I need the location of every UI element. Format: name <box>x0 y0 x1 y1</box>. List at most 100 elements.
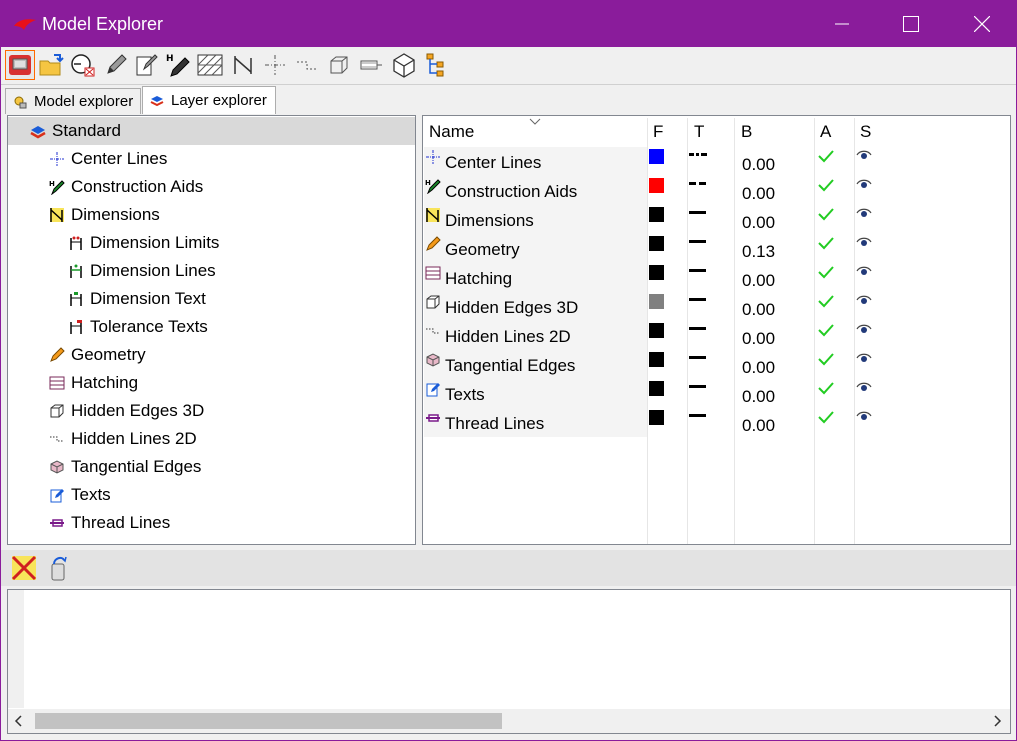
active-check-icon[interactable] <box>818 206 834 222</box>
dimension-button[interactable] <box>228 50 258 80</box>
visible-eye-icon[interactable] <box>856 323 872 335</box>
layer-color-swatch[interactable] <box>649 207 664 222</box>
column-header-name[interactable]: Name <box>429 122 474 142</box>
tree-item-hatching[interactable]: Hatching <box>8 369 415 397</box>
column-header-b[interactable]: B <box>741 122 752 142</box>
horizontal-scrollbar[interactable] <box>8 709 1010 733</box>
line-width-value[interactable]: 0.00 <box>742 358 775 378</box>
tree-item-tangential-edges[interactable]: Tangential Edges <box>8 453 415 481</box>
visible-eye-icon[interactable] <box>856 294 872 306</box>
layer-row-center-lines[interactable]: Center Lines 0.00 <box>423 147 1010 176</box>
tab-model-explorer[interactable]: Model explorer <box>5 88 141 114</box>
active-check-icon[interactable] <box>818 177 834 193</box>
active-check-icon[interactable] <box>818 380 834 396</box>
tree-item-thread-lines[interactable]: Thread Lines <box>8 509 415 537</box>
line-type-solid-icon[interactable] <box>689 297 709 303</box>
layer-color-swatch[interactable] <box>649 178 664 193</box>
structure-button[interactable] <box>421 50 451 80</box>
model-view-button[interactable] <box>5 50 35 80</box>
visible-eye-icon[interactable] <box>856 207 872 219</box>
maximize-button[interactable] <box>888 1 934 47</box>
line-type-solid-icon[interactable] <box>689 384 709 390</box>
tree-item-geometry[interactable]: Geometry <box>8 341 415 369</box>
line-width-value[interactable]: 0.13 <box>742 242 775 262</box>
line-type-solid-icon[interactable] <box>689 355 709 361</box>
hidden-edges-button[interactable] <box>324 50 354 80</box>
line-width-value[interactable]: 0.00 <box>742 213 775 233</box>
close-button[interactable] <box>959 1 1005 47</box>
tree-item-construction-aids[interactable]: H Construction Aids <box>8 173 415 201</box>
layer-row-hidden-edges-3d[interactable]: Hidden Edges 3D 0.00 <box>423 292 1010 321</box>
history-button[interactable] <box>68 50 98 80</box>
line-width-value[interactable]: 0.00 <box>742 155 775 175</box>
minimize-button[interactable] <box>819 1 865 47</box>
layer-row-thread-lines[interactable]: Thread Lines 0.00 <box>423 408 1010 437</box>
visible-eye-icon[interactable] <box>856 149 872 161</box>
sketch-button[interactable] <box>101 50 131 80</box>
line-width-value[interactable]: 0.00 <box>742 300 775 320</box>
active-check-icon[interactable] <box>818 235 834 251</box>
active-check-icon[interactable] <box>818 264 834 280</box>
active-check-icon[interactable] <box>818 293 834 309</box>
layer-row-geometry[interactable]: Geometry 0.13 <box>423 234 1010 263</box>
active-check-icon[interactable] <box>818 409 834 425</box>
tree-item-tolerance-texts[interactable]: Tolerance Texts <box>8 313 415 341</box>
tangential-edges-button[interactable] <box>389 50 419 80</box>
layer-color-swatch[interactable] <box>649 323 664 338</box>
layer-color-swatch[interactable] <box>649 410 664 425</box>
output-pane[interactable] <box>7 589 1011 734</box>
column-header-a[interactable]: A <box>820 122 831 142</box>
visible-eye-icon[interactable] <box>856 178 872 190</box>
pen-h-button[interactable]: H <box>163 50 193 80</box>
tree-item-dimension-lines[interactable]: Dimension Lines <box>8 257 415 285</box>
active-check-icon[interactable] <box>818 351 834 367</box>
layer-color-swatch[interactable] <box>649 149 664 164</box>
scroll-right-button[interactable] <box>988 709 1008 733</box>
layer-color-swatch[interactable] <box>649 294 664 309</box>
visible-eye-icon[interactable] <box>856 352 872 364</box>
layer-row-hidden-lines-2d[interactable]: Hidden Lines 2D 0.00 <box>423 321 1010 350</box>
tab-layer-explorer[interactable]: Layer explorer <box>142 86 276 114</box>
tree-item-hidden-edges-3d[interactable]: Hidden Edges 3D <box>8 397 415 425</box>
edit-text-button[interactable] <box>131 50 161 80</box>
title-bar[interactable]: Model Explorer <box>1 1 1016 47</box>
visible-eye-icon[interactable] <box>856 236 872 248</box>
line-type-dash-dot-icon[interactable] <box>689 152 709 158</box>
active-check-icon[interactable] <box>818 148 834 164</box>
line-width-value[interactable]: 0.00 <box>742 387 775 407</box>
hidden-lines-button[interactable] <box>292 50 322 80</box>
line-width-value[interactable]: 0.00 <box>742 329 775 349</box>
tree-item-center-lines[interactable]: Center Lines <box>8 145 415 173</box>
column-header-f[interactable]: F <box>653 122 663 142</box>
line-width-value[interactable]: 0.00 <box>742 416 775 436</box>
open-folder-button[interactable] <box>36 50 66 80</box>
layer-row-texts[interactable]: Texts 0.00 <box>423 379 1010 408</box>
layer-row-hatching[interactable]: Hatching 0.00 <box>423 263 1010 292</box>
layer-row-tangential-edges[interactable]: Tangential Edges 0.00 <box>423 350 1010 379</box>
layer-row-dimensions[interactable]: Dimensions 0.00 <box>423 205 1010 234</box>
line-type-dashed-icon[interactable] <box>689 181 709 187</box>
tree-item-dimensions[interactable]: Dimensions <box>8 201 415 229</box>
active-check-icon[interactable] <box>818 322 834 338</box>
column-header-s[interactable]: S <box>860 122 871 142</box>
visible-eye-icon[interactable] <box>856 410 872 422</box>
line-width-value[interactable]: 0.00 <box>742 271 775 291</box>
layer-color-swatch[interactable] <box>649 381 664 396</box>
line-type-solid-icon[interactable] <box>689 413 709 419</box>
visible-eye-icon[interactable] <box>856 265 872 277</box>
hatching-button[interactable] <box>195 50 225 80</box>
layer-color-swatch[interactable] <box>649 352 664 367</box>
line-type-solid-icon[interactable] <box>689 326 709 332</box>
tree-item-dimension-text[interactable]: Dimension Text <box>8 285 415 313</box>
scrollbar-thumb[interactable] <box>35 713 502 729</box>
line-type-solid-icon[interactable] <box>689 268 709 274</box>
center-line-button[interactable] <box>260 50 290 80</box>
layer-color-swatch[interactable] <box>649 265 664 280</box>
tree-item-texts[interactable]: Texts <box>8 481 415 509</box>
line-width-value[interactable]: 0.00 <box>742 184 775 204</box>
visible-eye-icon[interactable] <box>856 381 872 393</box>
clean-up-button[interactable] <box>43 553 73 583</box>
tree-item-hidden-lines-2d[interactable]: Hidden Lines 2D <box>8 425 415 453</box>
column-header-t[interactable]: T <box>694 122 704 142</box>
scroll-left-button[interactable] <box>8 709 28 733</box>
